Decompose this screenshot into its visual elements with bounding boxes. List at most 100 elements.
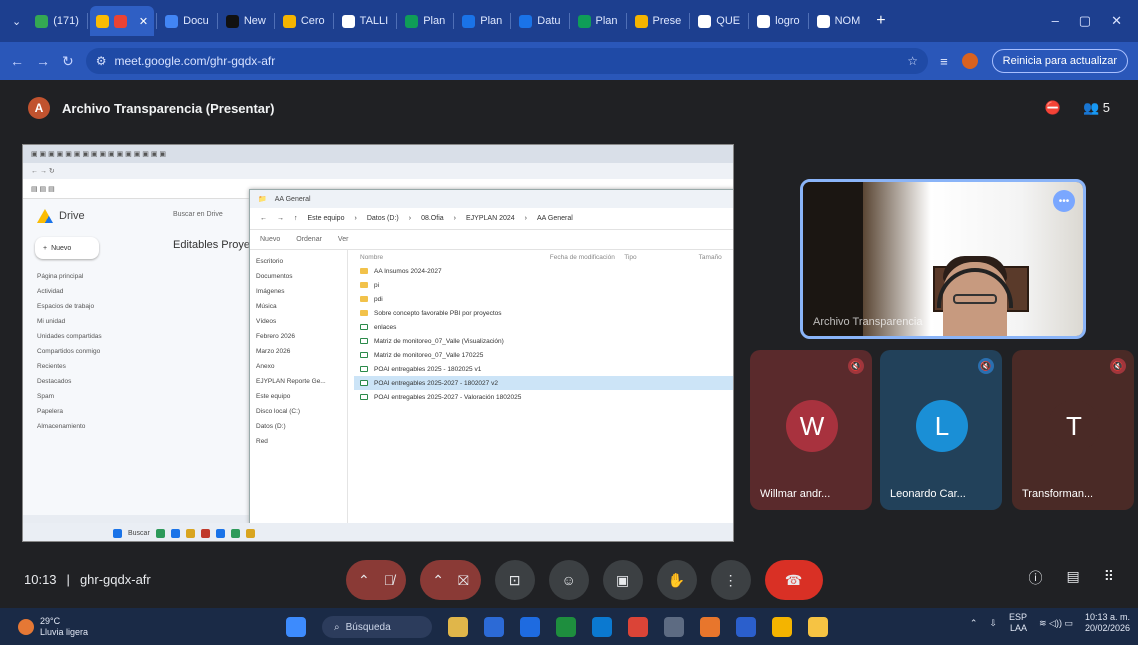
present-button[interactable]: ⊡ [494, 560, 535, 600]
close-window-icon[interactable]: ✕ [1111, 13, 1122, 29]
browser-tab[interactable]: New [220, 6, 272, 36]
tab-label: Plan [423, 15, 446, 27]
chrome-alt-icon[interactable] [772, 617, 792, 637]
chat-icon[interactable]: ▤ [1067, 568, 1080, 588]
excel-icon[interactable] [556, 617, 576, 637]
tab-separator [273, 13, 275, 29]
file-explorer-icon[interactable] [808, 617, 828, 637]
chevron-up-icon[interactable]: ⌃ [432, 572, 444, 589]
drive-nav-item: Recientes [37, 363, 66, 370]
drive-search: Buscar en Drive [173, 211, 223, 218]
self-video-tile[interactable]: ••• Archivo Transparencia [800, 179, 1086, 339]
folder-icon [360, 310, 368, 316]
edge-icon[interactable] [592, 617, 612, 637]
word-icon[interactable] [736, 617, 756, 637]
explorer-title: AA General [274, 195, 311, 203]
tab-label: Plan [480, 15, 503, 27]
weather-widget[interactable]: 29°C Lluvia ligera [18, 616, 88, 638]
browser-tab[interactable]: NOM [811, 6, 867, 36]
shared-app-icon [230, 528, 240, 538]
tab-favicon-icon [462, 14, 476, 28]
info-icon[interactable]: ⓘ [1029, 568, 1043, 588]
browser-tab[interactable]: Plan [456, 6, 508, 36]
shared-nav-icons: ← → ↻ [31, 168, 55, 175]
shared-app-icon [245, 528, 255, 538]
mic-control[interactable]: ⌃ 🎙̸ [346, 560, 407, 600]
captions-button[interactable]: ▣ [602, 560, 643, 600]
end-call-button[interactable]: ☎ [764, 560, 823, 600]
file-name: Sobre concepto favorable PBI por proyect… [374, 309, 502, 317]
participants-icon[interactable]: 👥 5 [1083, 100, 1110, 116]
header-actions: ⛔ 👥 5 [1045, 100, 1110, 116]
participant-tile[interactable]: W 🔇 Willmar andr... [750, 350, 872, 510]
tab-favicon-icon [113, 14, 127, 28]
task-view-icon[interactable] [484, 617, 504, 637]
app-icon[interactable] [700, 617, 720, 637]
browser-tab[interactable]: TALLI [336, 6, 395, 36]
language-region: LAA [1009, 623, 1027, 633]
camera-control[interactable]: ⌃ ⛝ [420, 560, 481, 600]
explorer-nav-item: Datos (D:) [256, 423, 286, 430]
meeting-separator: | [66, 571, 70, 587]
browser-tab[interactable]: logro [751, 6, 805, 36]
emoji-button[interactable]: ☺ [548, 560, 589, 600]
new-tab-button[interactable]: + [868, 12, 893, 30]
explorer-nav-item: Música [256, 303, 277, 310]
tab-search-icon[interactable]: ⌄ [6, 6, 27, 36]
browser-tab[interactable]: Cero [277, 6, 331, 36]
participant-tile[interactable]: T 🔇 Transforman... [1012, 350, 1134, 510]
tray-app-icon[interactable]: ⇩ [989, 618, 997, 629]
more-actions-button[interactable]: ⋮ [710, 560, 751, 600]
hangup-icon: ☎ [784, 571, 803, 588]
network-icon[interactable]: ≋ ◁)) ▭ [1039, 618, 1073, 629]
maximize-icon[interactable]: ▢ [1079, 13, 1091, 29]
forward-icon[interactable]: → [36, 53, 50, 69]
update-button[interactable]: Reinicia para actualizar [991, 49, 1128, 73]
file-name: pdi [374, 295, 383, 303]
language-indicator[interactable]: ESP LAA [1009, 612, 1027, 634]
app-icon[interactable] [664, 617, 684, 637]
browser-tab[interactable]: Docu [159, 6, 215, 36]
shared-screen: ▣ ▣ ▣ ▣ ▣ ▣ ▣ ▣ ▣ ▣ ▣ ▣ ▣ ▣ ▣ ▣ ← → ↻ ▤ … [22, 144, 734, 542]
windows-start-icon[interactable] [286, 617, 306, 637]
raise-hand-button[interactable]: ✋ [656, 560, 697, 600]
close-tab-icon[interactable]: ✕ [139, 15, 148, 28]
app-icon[interactable] [520, 617, 540, 637]
browser-tab[interactable]: Plan [572, 6, 624, 36]
camera-off-icon[interactable]: ⛝ [458, 572, 469, 589]
taskbar-search[interactable]: ⌕ Búsqueda [322, 616, 432, 638]
browser-tab[interactable]: Datu [513, 6, 566, 36]
chrome-icon[interactable] [628, 617, 648, 637]
widgets-icon[interactable] [448, 617, 468, 637]
participant-tile[interactable]: L 🔇 Leonardo Car... [880, 350, 1002, 510]
more-options-icon[interactable]: ••• [1053, 190, 1075, 212]
reload-icon[interactable]: ↻ [62, 53, 74, 70]
tab-favicon-icon [405, 14, 419, 28]
clock-time: 10:13 a. m. [1084, 612, 1130, 622]
site-info-icon[interactable]: ⚙ [96, 54, 107, 68]
chevron-up-icon[interactable]: ⌃ [358, 572, 370, 589]
profile-avatar[interactable] [961, 53, 978, 69]
stop-presenting-icon[interactable]: ⛔ [1045, 100, 1061, 116]
back-icon[interactable]: ← [10, 53, 24, 69]
browser-tab[interactable]: (171) [29, 6, 85, 36]
file-row: POAI entregables 2025-2027 - Valoración … [354, 390, 733, 404]
participant-name: Willmar andr... [760, 488, 831, 500]
browser-tab[interactable]: Plan [399, 6, 451, 36]
tab-separator [807, 13, 809, 29]
clock[interactable]: 10:13 a. m. 20/02/2026 [1085, 612, 1130, 634]
explorer-nav-item: Red [256, 438, 268, 445]
file-name: POAI entregables 2025 - 1802025 v1 [374, 365, 482, 373]
mic-off-icon[interactable]: 🎙̸ [384, 572, 395, 588]
participant-avatar: T [1048, 400, 1100, 452]
tray-chevron-icon[interactable]: ⌃ [970, 618, 978, 629]
browser-tab[interactable]: ✕ [89, 6, 155, 36]
explorer-nav-item: Febrero 2026 [256, 333, 296, 340]
bookmark-star-icon[interactable]: ☆ [907, 54, 918, 68]
browser-tab[interactable]: Prese [629, 6, 688, 36]
extensions-icon[interactable]: ≡ [940, 54, 948, 69]
address-bar[interactable]: ⚙ meet.google.com/ghr-gqdx-afr ☆ [85, 48, 929, 74]
minimize-icon[interactable]: – [1052, 13, 1059, 29]
browser-tab[interactable]: QUE [692, 6, 746, 36]
activities-icon[interactable]: ⠿ [1104, 568, 1114, 588]
